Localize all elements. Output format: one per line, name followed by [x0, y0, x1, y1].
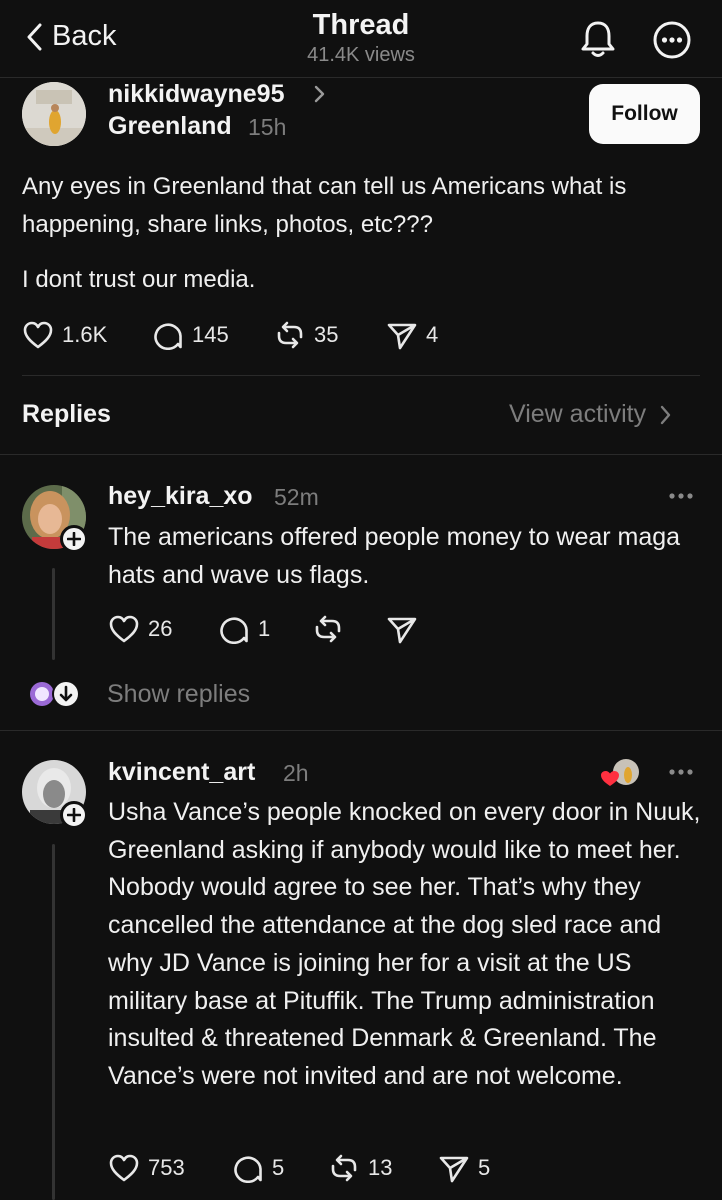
chevron-right-icon	[314, 85, 325, 103]
send-icon	[439, 1156, 469, 1183]
op-text: Any eyes in Greenland that can tell us A…	[22, 173, 627, 238]
more-options-icon[interactable]	[652, 20, 692, 60]
heart-icon	[109, 615, 139, 643]
share-button[interactable]: 4	[386, 320, 438, 350]
avatar-image	[22, 82, 86, 146]
divider	[0, 730, 722, 731]
op-location[interactable]: Greenland	[108, 112, 232, 141]
send-icon	[387, 323, 417, 350]
repost-button[interactable]: 35	[274, 320, 338, 350]
like-button[interactable]: 1.6K	[22, 320, 107, 350]
reply-username[interactable]: kvincent_art	[108, 758, 255, 787]
reply-share-count: 5	[478, 1155, 491, 1180]
repost-count: 35	[314, 322, 339, 347]
plus-icon	[67, 532, 81, 546]
repost-icon	[331, 1154, 357, 1182]
replies-heading: Replies	[22, 400, 111, 428]
comment-button[interactable]: 145	[152, 320, 229, 350]
reply-text: Usha Vance’s people knocked on every doo…	[108, 798, 701, 1090]
reply-like-button[interactable]: 753	[108, 1153, 185, 1183]
thread-line	[52, 568, 55, 660]
view-activity-label: View activity	[509, 400, 647, 428]
divider	[22, 375, 700, 376]
thread-line	[52, 844, 55, 1200]
repost-icon	[277, 321, 303, 349]
chevron-right-icon	[660, 405, 671, 424]
heart-icon	[23, 321, 53, 349]
reply-repost-button[interactable]: 13	[328, 1153, 392, 1183]
more-icon[interactable]	[668, 492, 694, 500]
reply-share-button[interactable]: 5	[438, 1153, 490, 1183]
share-count: 4	[426, 322, 439, 347]
show-replies-avatars[interactable]	[28, 678, 84, 710]
reply-comment-count: 5	[272, 1155, 285, 1180]
reply-repost-button[interactable]	[312, 614, 344, 644]
reply-timestamp: 2h	[283, 760, 309, 786]
reply-text: The americans offered people money to we…	[108, 523, 681, 589]
send-icon	[387, 617, 417, 644]
reply-like-button[interactable]: 26	[108, 614, 172, 644]
show-replies-link[interactable]: Show replies	[107, 680, 250, 709]
top-bar: Back Thread 41.4K views	[0, 0, 722, 78]
reply-share-button[interactable]	[386, 614, 418, 644]
op-timestamp: 15h	[248, 114, 287, 140]
more-icon[interactable]	[668, 768, 694, 776]
comment-count: 145	[192, 322, 229, 347]
follow-plus-button[interactable]	[60, 801, 88, 829]
reply-comment-button[interactable]: 1	[218, 614, 270, 644]
comment-icon	[234, 1156, 262, 1183]
reply-username[interactable]: hey_kira_xo	[108, 482, 253, 511]
reply-repost-count: 13	[368, 1155, 393, 1180]
reply-like-count: 26	[148, 616, 173, 641]
reply-timestamp: 52m	[274, 484, 319, 510]
reply-comment-button[interactable]: 5	[232, 1153, 284, 1183]
reply-like-count: 753	[148, 1155, 185, 1180]
follow-plus-button[interactable]	[60, 525, 88, 553]
heart-icon	[109, 1154, 139, 1182]
repost-icon	[315, 615, 341, 643]
bell-icon[interactable]	[578, 18, 618, 60]
view-activity-link[interactable]: View activity	[509, 400, 672, 429]
reply-comment-count: 1	[258, 616, 271, 641]
op-avatar[interactable]	[22, 82, 86, 146]
liked-by-author-indicator	[601, 759, 639, 786]
plus-icon	[67, 808, 81, 822]
op-text-second-paragraph: I dont trust our media.	[22, 266, 256, 293]
comment-icon	[220, 617, 248, 644]
like-count: 1.6K	[62, 322, 108, 347]
follow-button[interactable]: Follow	[589, 84, 700, 144]
comment-icon	[154, 323, 182, 350]
op-username[interactable]: nikkidwayne95	[108, 80, 284, 109]
divider	[0, 454, 722, 455]
